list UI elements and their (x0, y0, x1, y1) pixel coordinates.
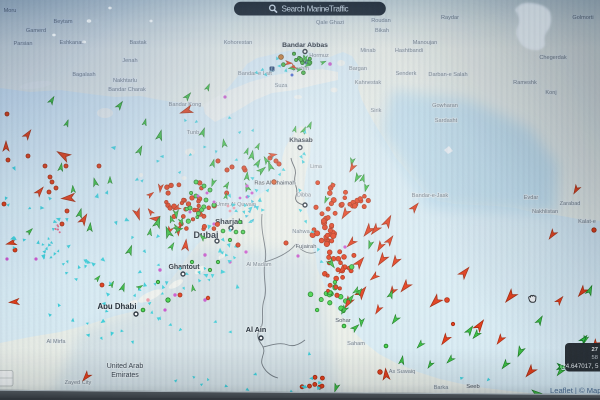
svg-text:Al Ain: Al Ain (246, 325, 267, 334)
svg-text:Moru: Moru (4, 8, 17, 14)
svg-text:Bandar-e-Jask: Bandar-e-Jask (412, 193, 449, 199)
svg-text:Kohorestan: Kohorestan (224, 40, 253, 46)
svg-text:Lima: Lima (310, 164, 322, 170)
svg-text:Tunb: Tunb (187, 130, 200, 136)
svg-text:Beytam: Beytam (54, 19, 73, 25)
svg-text:Nakhlistan: Nakhlistan (532, 209, 558, 215)
svg-text:Raydar: Raydar (441, 15, 459, 21)
svg-text:Konj: Konj (545, 90, 556, 96)
svg-text:Hashtbandi: Hashtbandi (395, 48, 423, 54)
svg-text:Bargan: Bargan (349, 66, 367, 72)
svg-text:27: 27 (592, 347, 598, 353)
svg-text:Search MarineTraffic: Search MarineTraffic (282, 4, 349, 13)
svg-text:Saham: Saham (347, 341, 365, 347)
svg-text:Emirates: Emirates (111, 372, 139, 379)
svg-text:Hormuz: Hormuz (309, 53, 329, 59)
svg-text:Kahnestak: Kahnestak (355, 80, 382, 86)
svg-text:Bandar Charak: Bandar Charak (108, 87, 146, 93)
svg-text:Evdar: Evdar (524, 195, 539, 201)
svg-text:⚓: ⚓ (269, 66, 275, 72)
svg-text:Nakhtarlu: Nakhtarlu (113, 78, 137, 84)
svg-text:(24.647017, 5: (24.647017, 5 (560, 363, 599, 370)
svg-text:58: 58 (592, 355, 598, 361)
svg-text:Golmorti: Golmorti (572, 15, 593, 21)
svg-text:Zarabad: Zarabad (560, 201, 581, 207)
svg-text:Sardasht: Sardasht (435, 118, 458, 124)
svg-text:Parsian: Parsian (14, 41, 33, 47)
svg-text:Bastak: Bastak (129, 40, 146, 46)
svg-text:As Suwaiq: As Suwaiq (389, 369, 415, 375)
svg-text:Nahwa: Nahwa (292, 229, 310, 235)
svg-text:Minab: Minab (360, 48, 375, 54)
svg-text:Jenah: Jenah (122, 58, 137, 64)
svg-text:Suza: Suza (275, 83, 289, 89)
svg-text:Seeb: Seeb (466, 384, 480, 390)
svg-text:Umm Al Quwain: Umm Al Quwain (216, 202, 256, 208)
svg-text:Bikah: Bikah (375, 28, 389, 34)
svg-text:Chegerdak: Chegerdak (539, 55, 567, 61)
svg-text:Khasab: Khasab (289, 137, 313, 144)
svg-text:Qale Ghazi: Qale Ghazi (316, 20, 344, 26)
svg-text:Gowharan: Gowharan (432, 103, 458, 109)
svg-text:Barka: Barka (434, 385, 450, 391)
svg-text:Kalat-e: Kalat-e (578, 219, 596, 225)
svg-text:Gamerd: Gamerd (26, 28, 46, 34)
svg-text:Rameshk: Rameshk (513, 80, 537, 86)
svg-text:Bandar Kong: Bandar Kong (169, 102, 202, 108)
svg-text:Sirik: Sirik (371, 108, 382, 114)
svg-text:Bandar Abbas: Bandar Abbas (282, 42, 328, 49)
svg-text:United Arab: United Arab (107, 363, 144, 370)
svg-text:Eshkanan: Eshkanan (60, 40, 85, 46)
svg-text:Dibba: Dibba (297, 193, 311, 199)
svg-text:Darban-e Salah: Darban-e Salah (428, 72, 467, 78)
svg-text:Al Madam: Al Madam (246, 262, 272, 268)
svg-text:Al Mirfa: Al Mirfa (47, 339, 67, 345)
svg-text:Zayed City: Zayed City (65, 380, 92, 386)
svg-text:Sohar: Sohar (335, 318, 351, 324)
svg-text:Senderk: Senderk (396, 71, 417, 77)
svg-text:Ghantout: Ghantout (168, 264, 200, 271)
svg-text:Bagalash: Bagalash (72, 72, 95, 78)
svg-text:Fujairah: Fujairah (296, 244, 317, 250)
svg-text:Manoujan: Manoujan (413, 40, 438, 46)
svg-text:Roudan: Roudan (371, 18, 391, 24)
